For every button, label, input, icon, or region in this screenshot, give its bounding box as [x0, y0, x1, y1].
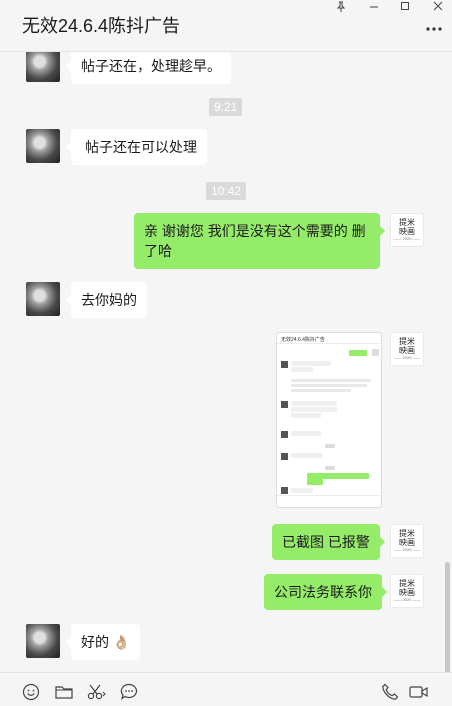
- self-avatar[interactable]: 提米 映画 —— 2020 ——: [390, 332, 424, 366]
- input-toolbar: [0, 672, 452, 706]
- message-bubble[interactable]: 帖子还在可以处理: [66, 129, 207, 165]
- message-bubble[interactable]: 亲 谢谢您 我们是没有这个需要的 删了哈: [134, 213, 385, 269]
- contact-avatar[interactable]: [26, 129, 60, 163]
- self-avatar[interactable]: 提米 映画 —— 2020 ——: [390, 213, 424, 247]
- chat-title: 无效24.6.4陈抖广告: [22, 16, 181, 36]
- timestamp: 9:21: [209, 98, 243, 116]
- message-text: 好的 👌🏼: [81, 634, 131, 650]
- folder-icon[interactable]: [53, 681, 75, 703]
- chat-window: 无效24.6.4陈抖广告 帖子还在，处理趁早。 9:21 帖子还在可以处理 10…: [0, 0, 452, 706]
- message-text: 公司法务联系你: [274, 584, 372, 600]
- message-text: 已截图 已报警: [282, 534, 370, 550]
- title-bar: 无效24.6.4陈抖广告: [0, 0, 452, 52]
- scissors-icon[interactable]: [86, 681, 108, 703]
- scrollbar[interactable]: [445, 562, 450, 672]
- maximize-icon[interactable]: [395, 0, 415, 12]
- message-text: 帖子还在可以处理: [85, 139, 197, 155]
- close-icon[interactable]: [428, 0, 448, 12]
- contact-avatar[interactable]: [26, 52, 60, 82]
- message-bubble[interactable]: 帖子还在，处理趁早。: [66, 52, 231, 84]
- self-avatar[interactable]: 提米 映画 —— 2020 ——: [390, 524, 424, 558]
- self-avatar[interactable]: 提米 映画 —— 2020 ——: [390, 574, 424, 608]
- contact-avatar[interactable]: [26, 282, 60, 316]
- message-bubble[interactable]: 公司法务联系你: [264, 574, 387, 610]
- video-call-icon[interactable]: [408, 681, 430, 703]
- contact-avatar[interactable]: [26, 624, 60, 658]
- message-bubble[interactable]: 好的 👌🏼: [65, 624, 141, 660]
- chat-history-icon[interactable]: [118, 681, 140, 703]
- message-list[interactable]: 帖子还在，处理趁早。 9:21 帖子还在可以处理 10:42 亲 谢谢您 我们是…: [0, 52, 452, 672]
- minimize-icon[interactable]: [364, 0, 384, 12]
- message-bubble[interactable]: 已截图 已报警: [272, 524, 385, 560]
- pin-icon[interactable]: [331, 0, 351, 12]
- screenshot-caption: 无效24.6.4陈抖广告: [281, 337, 325, 343]
- timestamp: 10:42: [206, 182, 247, 200]
- message-bubble[interactable]: 去你妈的: [66, 282, 147, 318]
- emoji-icon[interactable]: [20, 681, 42, 703]
- phone-icon[interactable]: [379, 681, 401, 703]
- screenshot-image-message[interactable]: 无效24.6.4陈抖广告: [276, 332, 382, 508]
- message-text: 去你妈的: [81, 292, 137, 308]
- message-text: 帖子还在，处理趁早。: [81, 58, 221, 74]
- more-dots-icon[interactable]: [424, 24, 444, 34]
- message-text: 亲 谢谢您 我们是没有这个需要的 删了哈: [144, 223, 366, 259]
